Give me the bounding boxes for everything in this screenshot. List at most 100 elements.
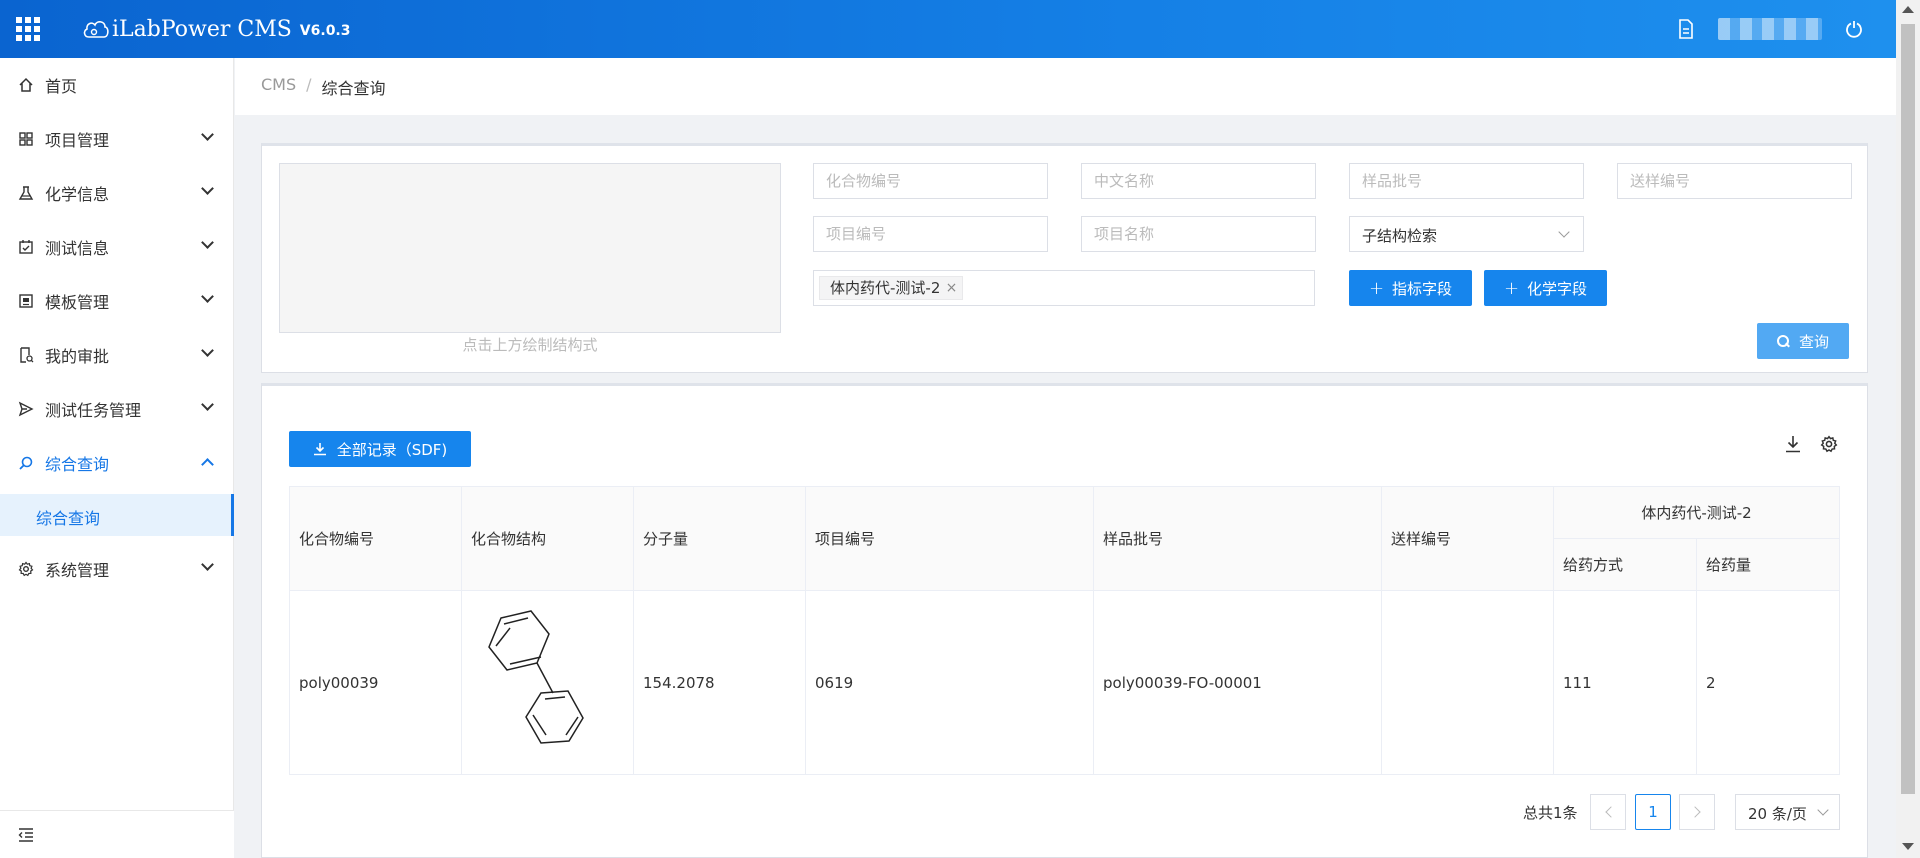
plus-icon: +: [1503, 277, 1520, 299]
calendar-check-icon: [19, 240, 33, 254]
sidebar-item-label: 化学信息: [45, 185, 110, 204]
chevron-down-icon: [201, 290, 214, 303]
col-header-structure[interactable]: 化合物结构: [461, 486, 634, 591]
cell-project-no: 0619: [805, 590, 1094, 775]
breadcrumb-root[interactable]: CMS: [261, 75, 296, 99]
scroll-down-icon[interactable]: [1902, 843, 1914, 850]
batch-no-input[interactable]: [1349, 163, 1584, 199]
template-icon: [19, 294, 33, 308]
cell-compound-no: poly00039: [289, 590, 462, 775]
page-size-select[interactable]: 20 条/页: [1735, 794, 1840, 830]
chevron-down-icon: [1558, 226, 1570, 238]
prev-page-button[interactable]: [1590, 794, 1626, 830]
sidebar-item-label: 测试信息: [45, 239, 110, 258]
chevron-left-icon: [1605, 806, 1617, 818]
sidebar-item-label: 系统管理: [45, 561, 110, 580]
top-header: iLabPower CMS V6.0.3: [0, 0, 1896, 58]
sidebar: 首页 项目管理 化学信息 测试信息 模板管理 我的审批 测试任务管理 综合查询 …: [0, 58, 234, 858]
user-name-blurred[interactable]: [1718, 18, 1822, 40]
col-header-compound-no[interactable]: 化合物编号: [289, 486, 462, 591]
cell-route: 111: [1553, 590, 1697, 775]
sidebar-item-query[interactable]: 综合查询: [0, 436, 234, 490]
next-page-button[interactable]: [1679, 794, 1715, 830]
col-header-mw[interactable]: 分子量: [633, 486, 806, 591]
col-header-sample-no[interactable]: 送样编号: [1381, 486, 1554, 591]
app-name: iLabPower CMS: [112, 16, 292, 42]
collapse-menu-icon[interactable]: [18, 828, 34, 842]
add-indicator-field-button[interactable]: + 指标字段: [1349, 270, 1472, 306]
indicator-field-label: 指标字段: [1392, 279, 1453, 298]
chevron-right-icon: [1689, 806, 1701, 818]
biphenyl-structure-image[interactable]: [471, 601, 591, 761]
chinese-name-input[interactable]: [1081, 163, 1316, 199]
scroll-up-icon[interactable]: [1902, 6, 1914, 13]
sidebar-item-system[interactable]: 系统管理: [0, 542, 234, 596]
cell-dose: 2: [1696, 590, 1840, 775]
query-button[interactable]: 查询: [1757, 323, 1849, 359]
cell-mw: 154.2078: [633, 590, 806, 775]
document-icon[interactable]: [1678, 19, 1694, 39]
chevron-down-icon: [201, 236, 214, 249]
structure-draw-area[interactable]: [279, 163, 781, 333]
home-icon: [19, 77, 33, 92]
export-sdf-button[interactable]: 全部记录（SDF): [289, 431, 471, 467]
table-row[interactable]: poly00039 154.2078 0619 poly00039-FO-000…: [289, 590, 1840, 775]
sidebar-footer: [0, 810, 234, 858]
sidebar-subitem-label: 综合查询: [36, 509, 101, 528]
project-no-input[interactable]: [813, 216, 1048, 252]
sidebar-item-templates[interactable]: 模板管理: [0, 274, 234, 328]
col-header-route[interactable]: 给药方式: [1553, 538, 1697, 591]
sidebar-item-chemistry[interactable]: 化学信息: [0, 166, 234, 220]
grid-icon[interactable]: [16, 17, 40, 41]
results-panel: 全部记录（SDF) 化合物编号 化合物结构 分子量 项目编号 样品批号 送样编号…: [261, 383, 1868, 858]
chevron-up-icon: [201, 458, 214, 471]
sidebar-item-test-tasks[interactable]: 测试任务管理: [0, 382, 234, 436]
sidebar-item-tests[interactable]: 测试信息: [0, 220, 234, 274]
power-icon[interactable]: [1845, 20, 1863, 38]
cell-sample-no: [1381, 590, 1554, 775]
page-number-current[interactable]: 1: [1635, 794, 1671, 830]
download-icon[interactable]: [1785, 435, 1801, 453]
gear-icon[interactable]: [1820, 435, 1838, 453]
sidebar-item-home[interactable]: 首页: [0, 58, 234, 112]
test-type-tag-input[interactable]: 体内药代-测试-2 ×: [813, 270, 1315, 306]
col-header-project-no[interactable]: 项目编号: [805, 486, 1094, 591]
breadcrumb-current: 综合查询: [321, 79, 386, 98]
tag-label: 体内药代-测试-2: [830, 279, 941, 297]
chevron-down-icon: [201, 398, 214, 411]
col-header-batch-no[interactable]: 样品批号: [1093, 486, 1382, 591]
sidebar-item-label: 综合查询: [45, 455, 110, 474]
send-icon: [18, 401, 34, 417]
structure-draw-hint: 点击上方绘制结构式: [462, 336, 598, 354]
sidebar-subitem-query[interactable]: 综合查询: [0, 494, 234, 536]
sidebar-item-label: 首页: [45, 77, 78, 96]
sidebar-item-approvals[interactable]: 我的审批: [0, 328, 234, 382]
close-icon[interactable]: ×: [946, 277, 958, 299]
app-version: V6.0.3: [299, 23, 351, 39]
gear-icon: [18, 561, 34, 577]
col-group-header: 体内药代-测试-2: [1553, 486, 1840, 539]
approval-icon: [20, 347, 34, 363]
col-header-dose[interactable]: 给药量: [1696, 538, 1840, 591]
chevron-down-icon: [1817, 804, 1829, 816]
cell-structure: [461, 590, 634, 775]
scrollbar-thumb[interactable]: [1901, 24, 1915, 794]
query-label: 查询: [1798, 332, 1829, 351]
search-icon: [19, 456, 33, 470]
project-name-input[interactable]: [1081, 216, 1316, 252]
structure-mode-select[interactable]: 子结构检索: [1349, 216, 1584, 252]
sidebar-item-projects[interactable]: 项目管理: [0, 112, 234, 166]
search-panel: 点击上方绘制结构式 子结构检索 体内药代-测试-2 × + 指标字段 + 化学字…: [261, 143, 1868, 373]
apps-icon: [19, 132, 33, 146]
sample-no-input[interactable]: [1617, 163, 1852, 199]
page-scrollbar[interactable]: [1896, 0, 1920, 858]
structure-mode-value: 子结构检索: [1362, 227, 1438, 245]
compound-no-input[interactable]: [813, 163, 1048, 199]
add-chem-field-button[interactable]: + 化学字段: [1484, 270, 1607, 306]
chevron-down-icon: [201, 558, 214, 571]
test-type-tag: 体内药代-测试-2 ×: [819, 276, 964, 300]
breadcrumb-separator: /: [306, 75, 312, 94]
app-logo[interactable]: iLabPower CMS V6.0.3: [82, 13, 351, 45]
page-size-value: 20 条/页: [1748, 805, 1807, 823]
cell-batch-no: poly00039-FO-00001: [1093, 590, 1382, 775]
